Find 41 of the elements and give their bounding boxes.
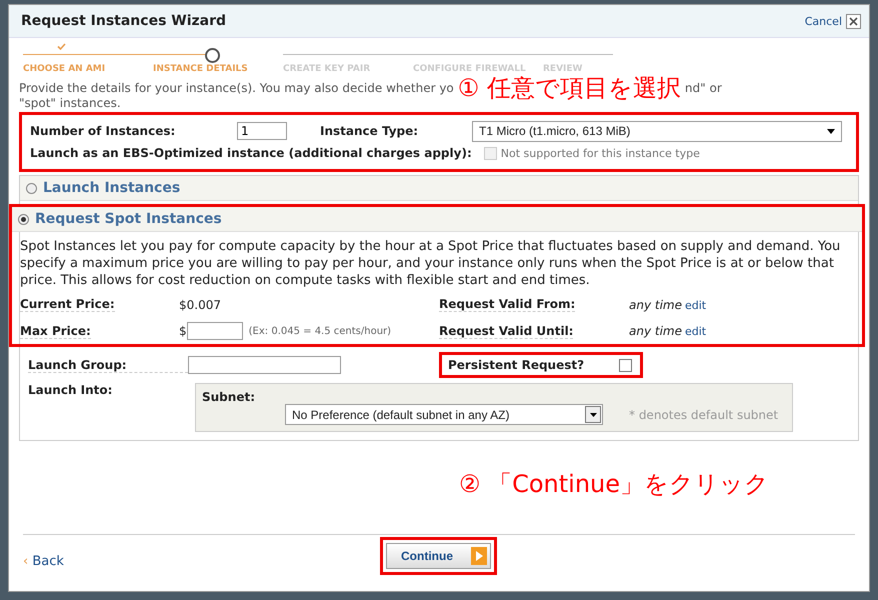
field-label: Request Valid Until: — [439, 324, 574, 338]
window-title: Request Instances Wizard — [21, 13, 226, 29]
back-link[interactable]: ‹ Back — [23, 554, 64, 568]
radio-button[interactable] — [18, 214, 29, 224]
currency-symbol: $ — [179, 324, 187, 338]
play-icon — [471, 547, 487, 565]
subnet-note: * denotes default subnet — [629, 408, 778, 422]
description-text: Provide the details for your instance(s). You may also decide whether yo — [19, 81, 454, 95]
persistent-checkbox[interactable] — [619, 358, 632, 372]
valid-until-value: any time — [629, 324, 682, 338]
instance-count-field[interactable]: 1 — [237, 122, 287, 140]
price-hint: (Ex: 0.045 = 4.5 cents/hour) — [248, 326, 392, 336]
instance-type-dropdown[interactable]: T1 Micro (t1.micro, 613 MiB) — [472, 120, 842, 142]
annotation-text: ① 任意で項目を選択 — [458, 74, 681, 102]
edit-link[interactable]: edit — [685, 325, 706, 338]
max-price-field[interactable] — [186, 322, 243, 340]
radio-button[interactable] — [26, 182, 37, 194]
continue-button[interactable]: Continue — [386, 543, 491, 569]
field-label: Number of Instances: — [30, 124, 176, 138]
description-text: "spot" instances. — [19, 96, 122, 110]
checkbox-label: Not supported for this instance type — [500, 146, 700, 160]
cancel-link[interactable]: Cancel — [804, 14, 842, 28]
field-label: Current Price: — [20, 297, 115, 312]
description-text: nd" or — [684, 81, 722, 95]
field-label: Instance Type: — [320, 124, 420, 138]
current-price: $0.007 — [179, 298, 222, 312]
valid-from-value: any time — [629, 298, 682, 312]
field-label: Launch as an EBS-Optimized instance (additional charges apply): — [30, 146, 472, 160]
field-label: Max Price: — [20, 324, 91, 338]
edit-link[interactable]: edit — [685, 298, 706, 312]
section-title[interactable]: Request Spot Instances — [35, 211, 222, 227]
launch-group-field[interactable] — [188, 356, 341, 374]
close-icon[interactable] — [846, 14, 861, 28]
field-label: Subnet: — [202, 390, 256, 404]
spot-description: Spot Instances let you pay for compute capacity by the hour at a Spot Price that fluctuates based on supply and demand. You specify a maximum price you are willing to pay per hour, and your instance only runs when the Spot Price is at or below that price. This allows for cost reduction on compute tasks with flexible start and end times. — [20, 238, 842, 289]
field-label: Launch Into: — [28, 383, 114, 397]
section-title[interactable]: Launch Instances — [43, 180, 180, 196]
field-label: Persistent Request? — [448, 358, 584, 372]
dropdown-arrow-icon — [827, 128, 835, 134]
subnet-dropdown[interactable]: No Preference (default subnet in any AZ) — [285, 404, 603, 425]
field-label: Request Valid From: — [439, 297, 576, 312]
